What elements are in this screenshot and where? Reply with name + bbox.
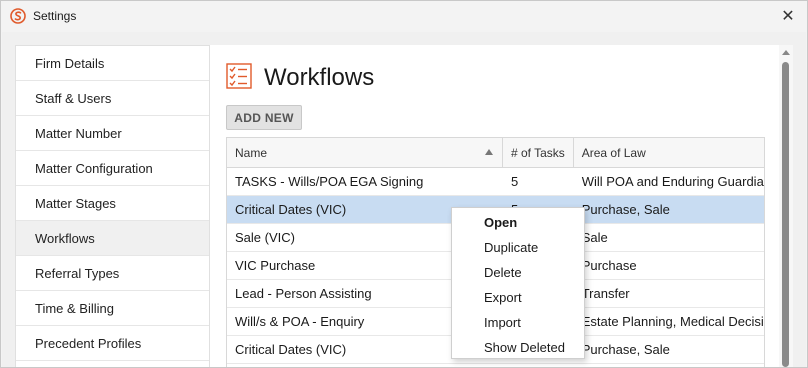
sidebar-item-matter-configuration[interactable]: Matter Configuration xyxy=(16,151,209,186)
add-new-button[interactable]: ADD NEW xyxy=(226,105,302,130)
column-header-label: Name xyxy=(235,146,268,160)
sidebar-item-matter-number[interactable]: Matter Number xyxy=(16,116,209,151)
column-header-tasks[interactable]: # of Tasks xyxy=(503,138,574,167)
cell-area-of-law: Will POA and Enduring Guardian xyxy=(581,174,764,189)
menu-item-import[interactable]: Import xyxy=(452,310,584,335)
table-row[interactable]: TASKS - Wills/POA EGA Signing 5 Will POA… xyxy=(227,168,764,196)
checklist-icon xyxy=(226,63,252,89)
sidebar-item-matter-stages[interactable]: Matter Stages xyxy=(16,186,209,221)
column-header-area-of-law[interactable]: Area of Law xyxy=(574,138,764,167)
close-button[interactable]: ✕ xyxy=(775,4,801,28)
sidebar-item-label: Matter Stages xyxy=(35,196,116,211)
window-title: Settings xyxy=(33,9,77,23)
settings-window: Settings ✕ Firm Details Staff & Users Ma… xyxy=(0,0,808,368)
menu-item-delete[interactable]: Delete xyxy=(452,260,584,285)
context-menu: Open Duplicate Delete Export Import Show… xyxy=(451,207,585,359)
menu-item-show-deleted[interactable]: Show Deleted xyxy=(452,335,584,360)
menu-item-open[interactable]: Open xyxy=(452,210,584,235)
cell-area-of-law: Estate Planning, Medical Decisio xyxy=(581,314,764,329)
column-header-label: # of Tasks xyxy=(510,146,565,160)
sidebar-item-firm-details[interactable]: Firm Details xyxy=(16,46,209,81)
sidebar-item-label: Time & Billing xyxy=(35,301,114,316)
scroll-thumb[interactable] xyxy=(782,62,789,367)
logo-icon xyxy=(10,8,26,24)
sidebar-item-label: Workflows xyxy=(35,231,95,246)
sidebar-item-referral-types[interactable]: Referral Types xyxy=(16,256,209,291)
close-icon: ✕ xyxy=(781,8,795,25)
table-header: Name # of Tasks Area of Law xyxy=(227,138,764,168)
menu-item-duplicate[interactable]: Duplicate xyxy=(452,235,584,260)
cell-name: TASKS - Wills/POA EGA Signing xyxy=(235,174,424,189)
sidebar-item-workflows[interactable]: Workflows xyxy=(16,221,209,256)
cell-area-of-law: Transfer xyxy=(581,286,630,301)
settings-content: Firm Details Staff & Users Matter Number… xyxy=(2,32,806,367)
column-header-name[interactable]: Name xyxy=(227,138,503,167)
sidebar-item-label: Firm Details xyxy=(35,56,105,71)
menu-item-export[interactable]: Export xyxy=(452,285,584,310)
cell-area-of-law: Purchase, Sale xyxy=(581,342,670,357)
sidebar-item-precedent-profiles[interactable]: Precedent Profiles xyxy=(16,326,209,361)
column-header-label: Area of Law xyxy=(581,146,646,160)
cell-tasks: 5 xyxy=(510,174,519,189)
cell-area-of-law: Purchase, Sale xyxy=(581,202,670,217)
scroll-up-arrow-icon[interactable] xyxy=(782,50,790,55)
sidebar-item-label: Precedent Profiles xyxy=(35,336,142,351)
sidebar-item-staff-users[interactable]: Staff & Users xyxy=(16,81,209,116)
sidebar-item-label: Matter Configuration xyxy=(35,161,153,176)
title-bar: Settings ✕ xyxy=(1,1,807,32)
cell-area-of-law: Purchase xyxy=(581,258,637,273)
sort-ascending-icon xyxy=(484,149,493,155)
cell-area-of-law: Sale xyxy=(581,230,608,245)
sidebar-item-label: Staff & Users xyxy=(35,91,112,106)
sidebar-item-label: Matter Number xyxy=(35,126,122,141)
sidebar-item-label: Referral Types xyxy=(35,266,120,281)
settings-sidebar: Firm Details Staff & Users Matter Number… xyxy=(15,45,210,367)
sidebar-item-time-billing[interactable]: Time & Billing xyxy=(16,291,209,326)
page-title: Workflows xyxy=(264,64,375,91)
vertical-scrollbar[interactable] xyxy=(779,45,793,367)
